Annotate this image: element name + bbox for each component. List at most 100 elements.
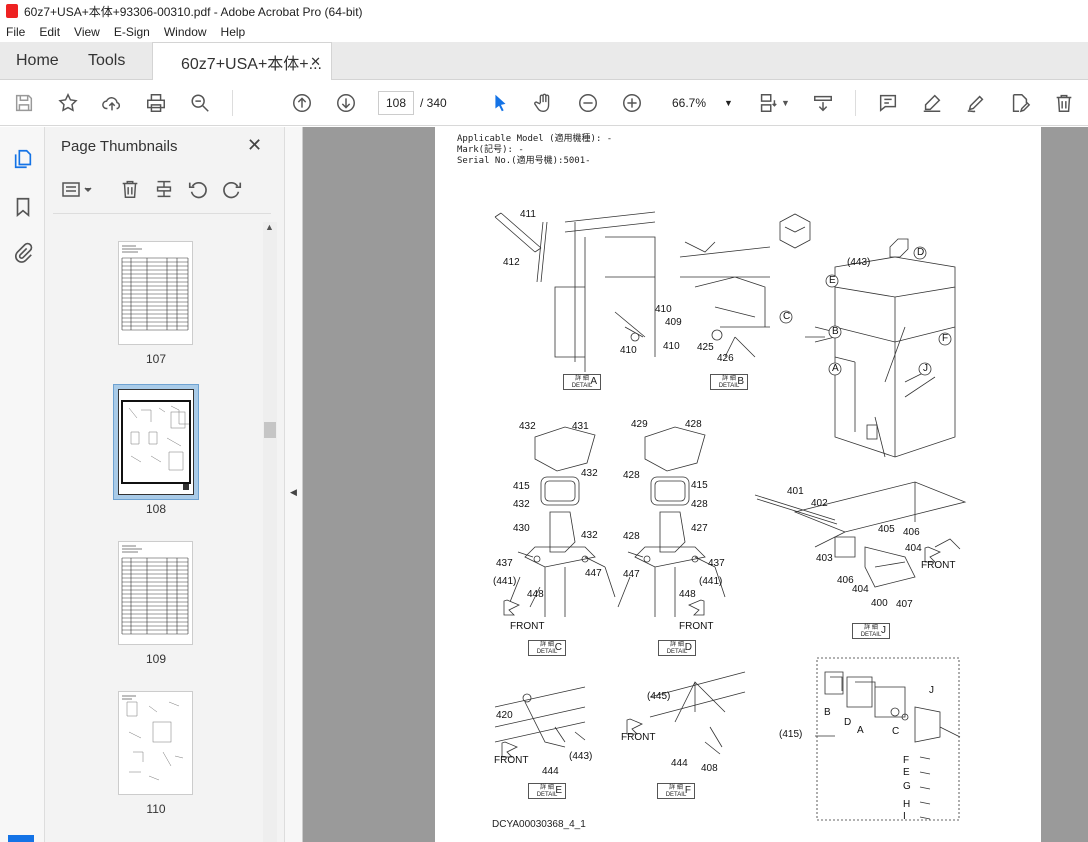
search-zoom-icon[interactable] xyxy=(188,91,212,115)
rotate-right-icon[interactable] xyxy=(221,178,243,200)
front-label-c: FRONT xyxy=(510,621,545,632)
callout-437: 437 xyxy=(708,558,725,569)
attachments-icon[interactable] xyxy=(12,241,34,265)
hand-tool-icon[interactable] xyxy=(532,91,556,115)
next-page-icon[interactable] xyxy=(334,91,358,115)
menu-view[interactable]: View xyxy=(74,25,100,39)
circle-label-b: B xyxy=(832,326,839,337)
scroll-thumb[interactable] xyxy=(264,422,276,438)
thumbnail-options-icon[interactable] xyxy=(61,179,95,201)
circle-label-f: F xyxy=(942,333,949,344)
sign-pen-icon[interactable] xyxy=(964,91,988,115)
part-label-h: H xyxy=(903,799,911,810)
callout-441: (441) xyxy=(493,576,517,587)
scroll-up-icon[interactable]: ▲ xyxy=(265,222,274,232)
callout-415: 415 xyxy=(513,481,530,492)
zoom-in-icon[interactable] xyxy=(620,91,644,115)
collapse-arrow-icon[interactable]: ◀ xyxy=(290,487,297,498)
callout-443: (443) xyxy=(569,751,593,762)
detail-box-b: 詳 細 DETAIL B xyxy=(710,374,748,390)
menu-bar: File Edit View E-Sign Window Help xyxy=(0,22,1088,42)
callout-428: 428 xyxy=(685,419,702,430)
thumbnails-panel: Page Thumbnails ✕ ▲ 107 108 109 110 xyxy=(45,127,285,842)
delete-icon[interactable] xyxy=(1052,91,1076,115)
callout-437: 437 xyxy=(496,558,513,569)
close-tab-icon[interactable]: ✕ xyxy=(310,54,321,70)
detail-box-f: 詳 細 DETAIL F xyxy=(657,783,695,799)
part-label-b: B xyxy=(824,707,831,718)
part-label-f: F xyxy=(903,755,910,766)
callout-444: 444 xyxy=(542,766,559,777)
detail-box-a: 詳 細 DETAIL A xyxy=(563,374,601,390)
callout-444: 444 xyxy=(671,758,688,769)
delete-page-icon[interactable] xyxy=(119,178,141,200)
callout-401: 401 xyxy=(787,486,804,497)
callout-447: 447 xyxy=(585,568,602,579)
rotate-left-icon[interactable] xyxy=(187,178,209,200)
menu-edit[interactable]: Edit xyxy=(39,25,60,39)
save-icon[interactable] xyxy=(12,91,36,115)
callout-403: 403 xyxy=(816,553,833,564)
callout-432: 432 xyxy=(513,499,530,510)
tab-document-label: 60z7+USA+本体+... xyxy=(181,56,322,73)
callout-426: 426 xyxy=(717,353,734,364)
callout-410: 410 xyxy=(663,341,680,352)
circle-label-a: A xyxy=(832,363,839,374)
menu-window[interactable]: Window xyxy=(164,25,207,39)
thumbnail-label-109: 109 xyxy=(145,652,167,666)
print-icon[interactable] xyxy=(144,91,168,115)
tab-tools[interactable]: Tools xyxy=(88,42,125,80)
scroll-mode-icon[interactable] xyxy=(811,91,835,115)
callout-410: 410 xyxy=(620,345,637,356)
tab-document[interactable]: 60z7+USA+本体+... ✕ xyxy=(152,42,332,81)
zoom-out-icon[interactable] xyxy=(576,91,600,115)
part-label-c: C xyxy=(892,726,900,737)
zoom-select[interactable]: 66.7% ▼ xyxy=(660,91,733,115)
extract-page-icon[interactable] xyxy=(153,178,175,200)
tab-home[interactable]: Home xyxy=(16,42,59,80)
chevron-down-icon[interactable]: ▼ xyxy=(781,98,790,108)
circle-label-j: J xyxy=(923,363,928,374)
comment-icon[interactable] xyxy=(876,91,900,115)
page-number-input[interactable]: 108 xyxy=(378,91,414,115)
thumbnail-scrollbar[interactable]: ▲ xyxy=(263,222,277,842)
callout-448: 448 xyxy=(679,589,696,600)
bookmark-star-icon[interactable] xyxy=(56,91,80,115)
panel-title: Page Thumbnails xyxy=(61,138,178,155)
left-rail xyxy=(0,127,45,842)
menu-esign[interactable]: E-Sign xyxy=(114,25,150,39)
status-indicator xyxy=(8,835,34,842)
upload-cloud-icon[interactable] xyxy=(100,91,124,115)
circle-label-d: D xyxy=(917,247,925,258)
thumbnail-page-107[interactable] xyxy=(118,241,193,345)
thumbnail-label-107: 107 xyxy=(145,352,167,366)
callout-441: (441) xyxy=(699,576,723,587)
toolbar: 108 / 340 66.7% ▼ ▼ xyxy=(0,80,1088,126)
chevron-down-icon: ▼ xyxy=(724,98,733,108)
edit-pdf-icon[interactable] xyxy=(1008,91,1032,115)
page-thumbnails-icon[interactable] xyxy=(12,147,34,171)
menu-file[interactable]: File xyxy=(6,25,25,39)
thumbnail-page-110[interactable] xyxy=(118,691,193,795)
callout-409: 409 xyxy=(665,317,682,328)
thumbnail-page-108[interactable] xyxy=(118,389,194,495)
highlight-pen-icon[interactable] xyxy=(920,91,944,115)
front-label-j: FRONT xyxy=(921,560,956,571)
select-cursor-icon[interactable] xyxy=(488,91,512,115)
detail-box-d: 詳 細 DETAIL D xyxy=(658,640,696,656)
callout-431: 431 xyxy=(572,421,589,432)
callout-432: 432 xyxy=(581,530,598,541)
part-label-d: D xyxy=(844,717,852,728)
callout-400: 400 xyxy=(871,598,888,609)
menu-help[interactable]: Help xyxy=(221,25,246,39)
document-viewer[interactable]: Applicable Model (適用機種): - Mark(記号): - S… xyxy=(303,127,1088,842)
previous-page-icon[interactable] xyxy=(290,91,314,115)
thumbnail-page-109[interactable] xyxy=(118,541,193,645)
page-fit-icon[interactable] xyxy=(756,91,780,115)
bookmarks-icon[interactable] xyxy=(12,195,34,219)
callout-415: (415) xyxy=(779,729,803,740)
panel-collapse-bar[interactable]: ◀ xyxy=(285,127,303,842)
callout-432: 432 xyxy=(581,468,598,479)
close-panel-icon[interactable]: ✕ xyxy=(247,135,262,156)
callout-410: 410 xyxy=(655,304,672,315)
